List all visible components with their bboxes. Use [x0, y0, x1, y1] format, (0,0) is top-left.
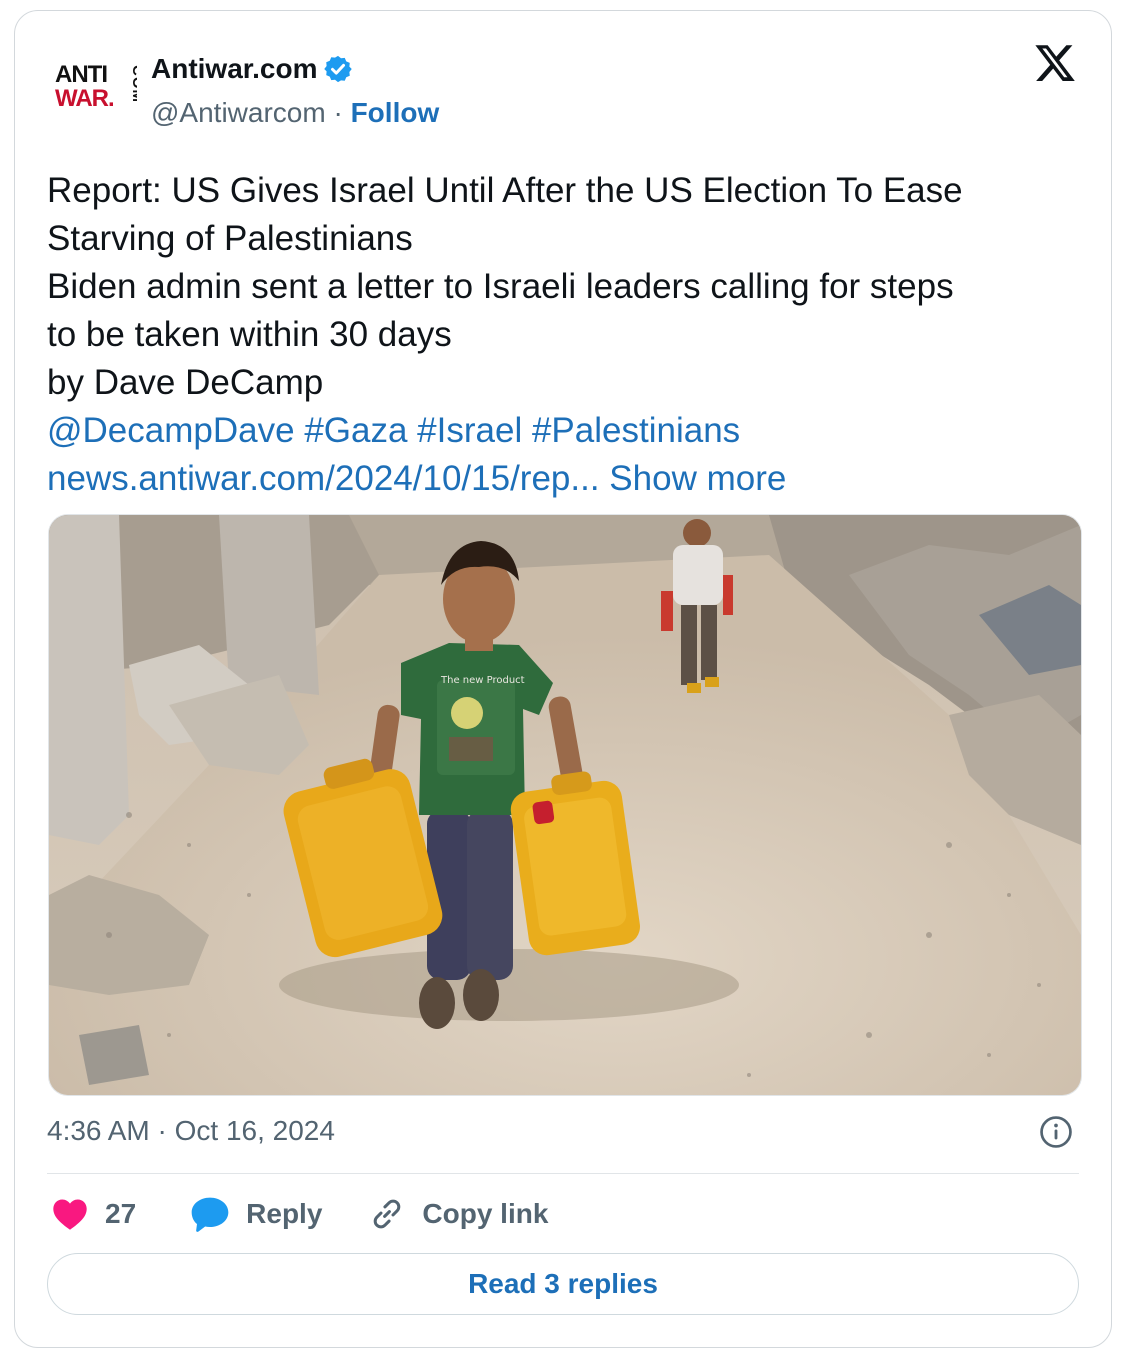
svg-text:The new Product: The new Product [440, 675, 525, 686]
url-line: news.antiwar.com/2024/10/15/rep... Show … [47, 455, 1087, 503]
action-bar: 27 Reply Copy link [51, 1189, 588, 1239]
article-link[interactable]: news.antiwar.com/2024/10/15/rep... [47, 459, 600, 498]
tweet-text: Report: US Gives Israel Until After the … [47, 167, 1087, 503]
hashtag-link[interactable]: #Gaza [304, 411, 407, 450]
hashtag-link[interactable]: #Israel [417, 411, 522, 450]
separator: · [333, 97, 343, 128]
handle-row: @Antiwarcom · Follow [151, 97, 439, 129]
account-name-row[interactable]: Antiwar.com [151, 53, 353, 85]
reply-button[interactable]: Reply [190, 1195, 322, 1233]
copy-link-label: Copy link [422, 1198, 549, 1229]
svg-text:COM: COM [129, 65, 137, 103]
tweet-line: Report: US Gives Israel Until After the … [47, 171, 963, 210]
heart-icon [53, 1199, 87, 1230]
show-more-link[interactable]: Show more [609, 459, 786, 498]
tweet-line: to be taken within 30 days [47, 315, 452, 354]
verified-badge-icon [324, 55, 353, 83]
logo-text-bottom: WAR. [55, 85, 115, 112]
info-icon[interactable] [1039, 1115, 1073, 1149]
tags-line: @DecampDave #Gaza #Israel #Palestinians [47, 407, 1087, 455]
account-name[interactable]: Antiwar.com [151, 53, 317, 85]
hashtag-link[interactable]: #Palestinians [532, 411, 740, 450]
reply-label: Reply [246, 1198, 323, 1229]
tweet-photo[interactable]: The new Product [48, 514, 1082, 1096]
reply-bubble-icon [191, 1197, 229, 1232]
account-handle[interactable]: @Antiwarcom [151, 97, 326, 128]
photo-illustration: The new Product [49, 515, 1081, 1095]
mention-link[interactable]: @DecampDave [47, 411, 295, 450]
tweet-line: Biden admin sent a letter to Israeli lea… [47, 267, 954, 306]
tweet-line: by Dave DeCamp [47, 363, 324, 402]
link-icon [374, 1199, 401, 1229]
like-count: 27 [105, 1198, 137, 1229]
logo-text-top: ANTI [55, 61, 108, 88]
read-replies-button[interactable]: Read 3 replies [47, 1253, 1079, 1315]
antiwar-logo[interactable]: ANTI WAR. COM [55, 59, 139, 119]
divider [47, 1173, 1079, 1174]
x-logo-icon[interactable] [1033, 41, 1077, 85]
copy-link-button[interactable]: Copy link [368, 1195, 548, 1233]
timestamp[interactable]: 4:36 AM · Oct 16, 2024 [47, 1115, 335, 1147]
logo-vertical-text: COM [129, 65, 137, 103]
like-button[interactable]: 27 [51, 1197, 136, 1231]
follow-button[interactable]: Follow [351, 97, 440, 128]
tweet-card: ANTI WAR. COM Antiwar.com @Antiwarcom · … [14, 10, 1112, 1348]
tweet-line: Starving of Palestinians [47, 219, 413, 258]
